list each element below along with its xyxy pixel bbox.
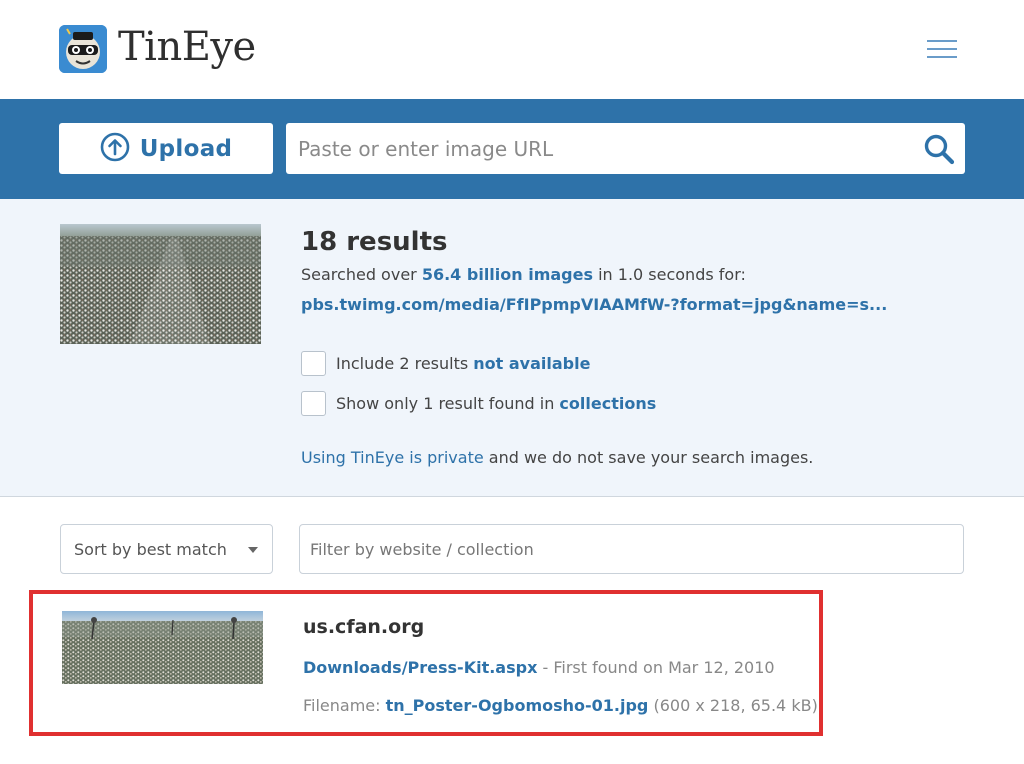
search-stats: Searched over 56.4 billion images in 1.0… [301,265,746,284]
privacy-note: Using TinEye is private and we do not sa… [301,448,813,467]
filename-label: Filename: [303,696,386,715]
include-unavailable-checkbox[interactable] [301,351,326,376]
brand-name[interactable]: TinEye [118,24,256,70]
not-available-link[interactable]: not available [473,354,590,373]
upload-label: Upload [139,135,233,162]
include-unavailable-text: Include 2 results not available [336,354,590,373]
privacy-link[interactable]: Using TinEye is private [301,448,484,467]
indexed-images-link[interactable]: 56.4 billion images [422,265,593,284]
file-info: (600 x 218, 65.4 kB) [648,696,818,715]
upload-arrow-icon [100,132,130,166]
collections-only-option[interactable]: Show only 1 result found in collections [301,391,656,416]
result-page-link[interactable]: Downloads/Press-Kit.aspx [303,658,537,677]
sort-label: Sort by best match [74,540,227,559]
hamburger-menu-icon[interactable] [927,40,957,60]
upload-button[interactable]: Upload [59,123,273,174]
filter-field [299,524,964,574]
result-filename-link[interactable]: tn_Poster-Ogbomosho-01.jpg [386,696,649,715]
search-stats-prefix: Searched over [301,265,422,284]
query-url-link[interactable]: pbs.twimg.com/media/FfIPpmpVIAAMfW-?form… [301,295,887,314]
url-field [286,123,965,174]
result-thumbnail[interactable] [62,611,263,684]
collections-only-checkbox[interactable] [301,391,326,416]
sort-dropdown[interactable]: Sort by best match [60,524,273,574]
option-label: Include 2 results [336,354,474,373]
privacy-text: and we do not save your search images. [483,448,814,467]
results-count: 18 results [301,227,448,257]
collections-only-text: Show only 1 result found in collections [336,394,656,413]
search-bar-band: Upload [0,99,1024,199]
image-url-input[interactable] [298,123,908,174]
result-page-line: Downloads/Press-Kit.aspx - First found o… [303,658,775,677]
result-domain[interactable]: us.cfan.org [303,616,424,638]
include-unavailable-option[interactable]: Include 2 results not available [301,351,590,376]
search-icon[interactable] [923,133,955,165]
search-stats-suffix: in 1.0 seconds for: [593,265,746,284]
first-found-text: - First found on Mar 12, 2010 [537,658,775,677]
query-image-thumbnail[interactable] [60,224,261,344]
filter-input[interactable] [310,525,950,573]
result-filename-line: Filename: tn_Poster-Ogbomosho-01.jpg (60… [303,696,818,715]
site-header: TinEye [0,0,1024,99]
results-summary: 18 results Searched over 56.4 billion im… [0,199,1024,497]
tineye-robot-logo-icon[interactable] [59,25,107,73]
collections-link[interactable]: collections [559,394,656,413]
chevron-down-icon [248,547,258,553]
option-label: Show only 1 result found in [336,394,560,413]
